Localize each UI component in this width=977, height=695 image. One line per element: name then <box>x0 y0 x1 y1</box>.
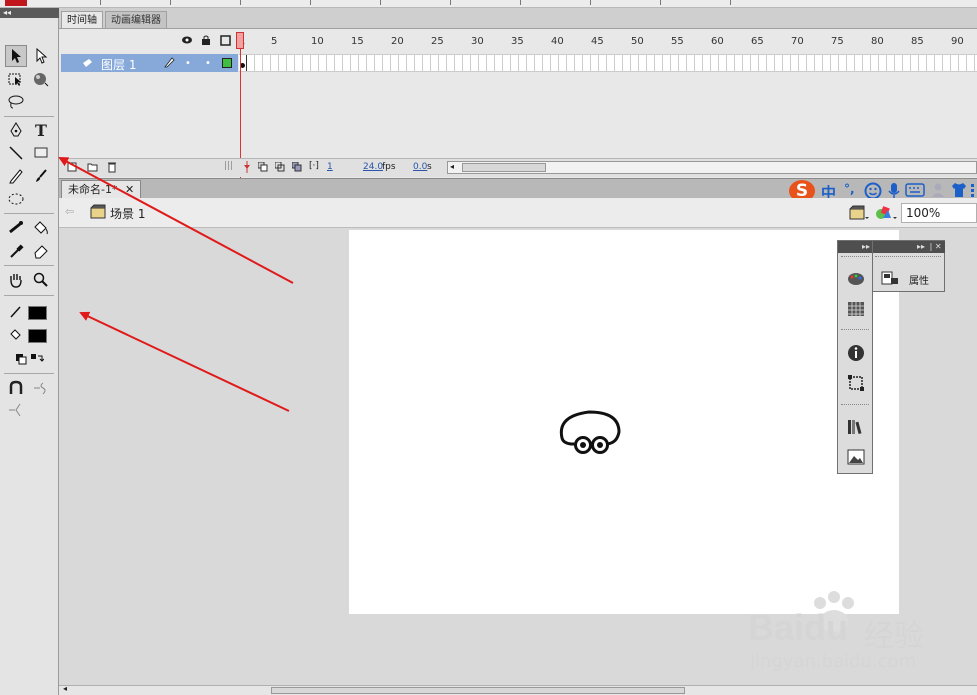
watermark-brand-cn: 经验 <box>864 619 924 654</box>
baidu-watermark: Baidu 经验 jingyan.baidu.com <box>748 589 977 674</box>
red-arrow <box>58 157 294 284</box>
red-arrow <box>79 311 290 412</box>
watermark-brand: Baidu <box>748 607 849 648</box>
watermark-url: jingyan.baidu.com <box>750 651 917 672</box>
